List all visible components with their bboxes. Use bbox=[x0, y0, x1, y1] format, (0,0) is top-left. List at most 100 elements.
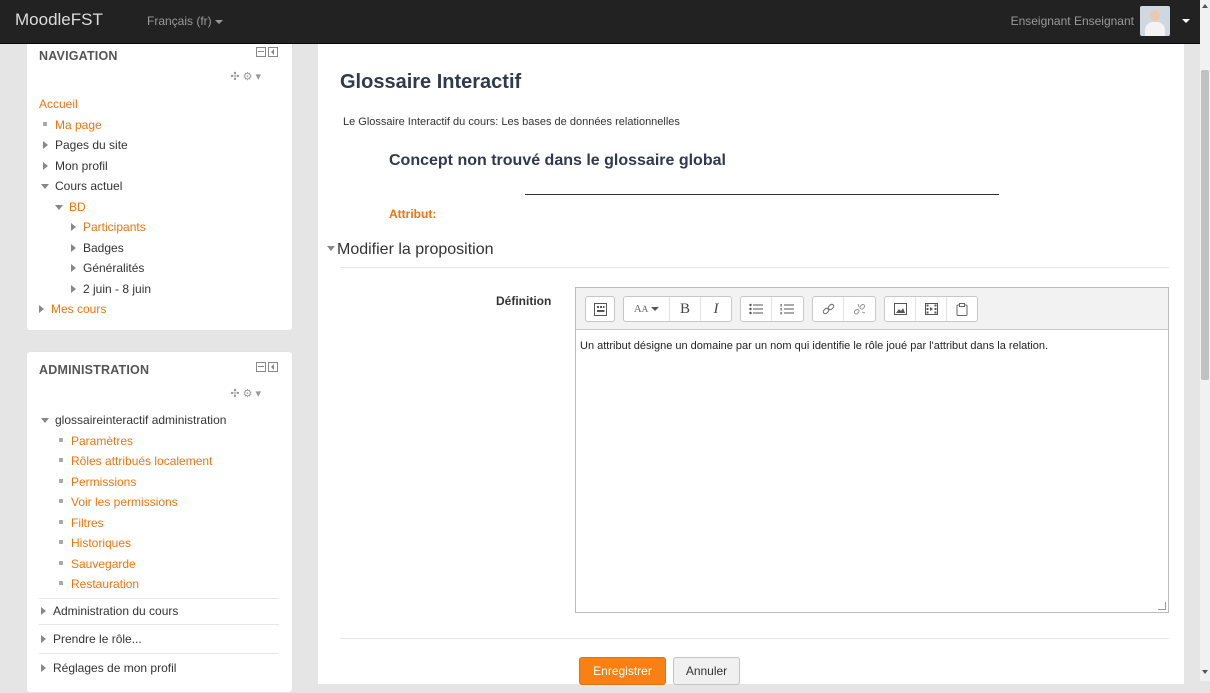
block-controls bbox=[256, 362, 278, 372]
admin-section-label: Réglages de mon profil bbox=[53, 660, 177, 675]
admin-section-label: Administration du cours bbox=[53, 603, 179, 618]
navigation-block: NAVIGATION ✣⚙▾ Accueil Ma page Pages du … bbox=[26, 44, 293, 331]
admin-item-check-permissions[interactable]: Voir les permissions bbox=[39, 492, 279, 513]
site-brand[interactable]: MoodleFST bbox=[15, 10, 103, 30]
scroll-up-arrow-icon[interactable] bbox=[1202, 4, 1208, 8]
toolbar-group bbox=[740, 296, 804, 322]
page-scrollbar[interactable] bbox=[1200, 0, 1210, 681]
scroll-down-arrow-icon[interactable] bbox=[1202, 670, 1208, 674]
bullet-icon bbox=[59, 437, 63, 442]
admin-group[interactable]: glossaireinteractif administration bbox=[39, 410, 279, 431]
admin-item-backup[interactable]: Sauvegarde bbox=[39, 554, 279, 575]
nav-item-course-bd[interactable]: BD bbox=[39, 197, 151, 218]
admin-section-label: Prendre le rôle... bbox=[53, 631, 142, 646]
paste-icon[interactable] bbox=[947, 297, 977, 321]
user-menu[interactable]: Enseignant Enseignant bbox=[1011, 6, 1190, 36]
language-menu[interactable]: Français (fr) bbox=[147, 14, 223, 28]
chevron-down-icon bbox=[1182, 19, 1190, 23]
chevron-down-icon bbox=[214, 19, 223, 24]
expand-arrow-icon bbox=[71, 243, 76, 252]
nav-item-label: Badges bbox=[83, 240, 124, 255]
admin-item-logs[interactable]: Historiques bbox=[39, 533, 279, 554]
collapse-icon[interactable] bbox=[256, 362, 266, 372]
gear-icon[interactable]: ⚙▾ bbox=[243, 388, 264, 400]
fieldset-legend-label: Modifier la proposition bbox=[337, 241, 494, 258]
administration-block: ADMINISTRATION ✣⚙▾ glossaireinteractif a… bbox=[26, 351, 293, 693]
unlink-icon[interactable] bbox=[844, 297, 874, 321]
image-icon[interactable] bbox=[885, 297, 916, 321]
admin-item-settings[interactable]: Paramètres bbox=[39, 431, 279, 452]
move-icon[interactable]: ✣ bbox=[230, 388, 242, 400]
bold-icon[interactable]: B bbox=[670, 297, 701, 321]
admin-item-filters[interactable]: Filtres bbox=[39, 513, 279, 534]
expand-arrow-icon bbox=[71, 264, 76, 272]
scrollbar-thumb[interactable] bbox=[1201, 70, 1209, 380]
collapse-icon[interactable] bbox=[256, 47, 266, 57]
bullet-icon bbox=[43, 121, 47, 126]
nav-item-my-courses[interactable]: Mes cours bbox=[39, 299, 151, 320]
navigation-tree: Accueil Ma page Pages du site Mon profil… bbox=[39, 94, 151, 320]
resize-handle-icon[interactable] bbox=[1158, 602, 1166, 610]
nav-item-label: Participants bbox=[83, 220, 146, 234]
admin-item-permissions[interactable]: Permissions bbox=[39, 472, 279, 493]
font-style-icon[interactable]: AA bbox=[624, 297, 670, 321]
page-title: Glossaire Interactif bbox=[340, 71, 522, 93]
nav-item-current-course[interactable]: Cours actuel bbox=[39, 176, 151, 197]
editor-content[interactable]: Un attribut désigne un domaine par un no… bbox=[580, 340, 1048, 352]
admin-section-course[interactable]: Administration du cours bbox=[39, 597, 279, 624]
admin-group-label: glossaireinteractif administration bbox=[55, 413, 227, 427]
media-icon[interactable] bbox=[916, 297, 947, 321]
gear-icon[interactable]: ⚙▾ bbox=[243, 71, 264, 83]
main-content: Glossaire Interactif Le Glossaire Intera… bbox=[318, 44, 1184, 685]
nav-item-participants[interactable]: Participants bbox=[39, 217, 151, 238]
nav-item-label: Mes cours bbox=[51, 302, 107, 316]
divider bbox=[525, 194, 999, 195]
block-actions[interactable]: ✣⚙▾ bbox=[230, 70, 264, 83]
top-navbar: MoodleFST Français (fr) Enseignant Ensei… bbox=[0, 0, 1200, 44]
admin-item-label: Voir les permissions bbox=[71, 495, 178, 509]
bullet-icon bbox=[59, 478, 63, 483]
toolbar-group bbox=[585, 296, 615, 322]
collapse-arrow-icon bbox=[55, 204, 63, 210]
admin-item-local-roles[interactable]: Rôles attribués localement bbox=[39, 451, 279, 472]
expand-arrow-icon bbox=[43, 141, 48, 149]
link-icon[interactable] bbox=[813, 297, 844, 321]
nav-item-label: Accueil bbox=[39, 97, 78, 111]
nav-item-site-pages[interactable]: Pages du site bbox=[39, 135, 151, 156]
move-icon[interactable]: ✣ bbox=[230, 71, 242, 83]
italic-icon[interactable]: I bbox=[701, 297, 731, 321]
bullet-icon bbox=[59, 458, 63, 462]
collapse-arrow-icon bbox=[41, 418, 49, 423]
nav-item-label: Généralités bbox=[83, 261, 145, 275]
unordered-list-icon[interactable] bbox=[741, 297, 772, 321]
dock-icon[interactable] bbox=[268, 362, 278, 372]
concept-name: Attribut: bbox=[389, 207, 437, 221]
admin-section-switch-role[interactable]: Prendre le rôle... bbox=[39, 623, 279, 653]
admin-item-label: Sauvegarde bbox=[71, 556, 136, 571]
toolbar-toggle-icon[interactable] bbox=[586, 297, 614, 321]
toolbar-group bbox=[812, 296, 876, 322]
admin-item-restore[interactable]: Restauration bbox=[39, 574, 279, 595]
bullet-icon bbox=[59, 540, 63, 544]
nav-item-my-page[interactable]: Ma page bbox=[39, 115, 151, 136]
expand-arrow-icon bbox=[71, 284, 76, 293]
definition-editor[interactable]: AA B I Un attribut désigne un domaine pa… bbox=[575, 287, 1169, 613]
expand-arrow-icon bbox=[41, 634, 46, 643]
fieldset-legend[interactable]: Modifier la proposition bbox=[327, 241, 494, 259]
block-actions[interactable]: ✣⚙▾ bbox=[230, 387, 264, 400]
nav-item-home[interactable]: Accueil bbox=[39, 94, 151, 115]
expand-arrow-icon bbox=[41, 663, 46, 672]
glossary-intro: Le Glossaire Interactif du cours: Les ba… bbox=[343, 116, 680, 128]
collapse-arrow-icon bbox=[327, 246, 335, 251]
editor-toolbar: AA B I bbox=[576, 288, 1168, 330]
nav-item-week[interactable]: 2 juin - 8 juin bbox=[39, 279, 151, 300]
nav-item-badges[interactable]: Badges bbox=[39, 238, 151, 259]
admin-item-label: Historiques bbox=[71, 536, 132, 550]
nav-item-general[interactable]: Généralités bbox=[39, 258, 151, 279]
nav-item-my-profile[interactable]: Mon profil bbox=[39, 156, 151, 177]
admin-section-profile-settings[interactable]: Réglages de mon profil bbox=[39, 652, 279, 682]
ordered-list-icon[interactable] bbox=[772, 297, 802, 321]
toolbar-group bbox=[884, 296, 978, 322]
nav-item-label: Pages du site bbox=[55, 138, 128, 152]
dock-icon[interactable] bbox=[268, 47, 278, 57]
